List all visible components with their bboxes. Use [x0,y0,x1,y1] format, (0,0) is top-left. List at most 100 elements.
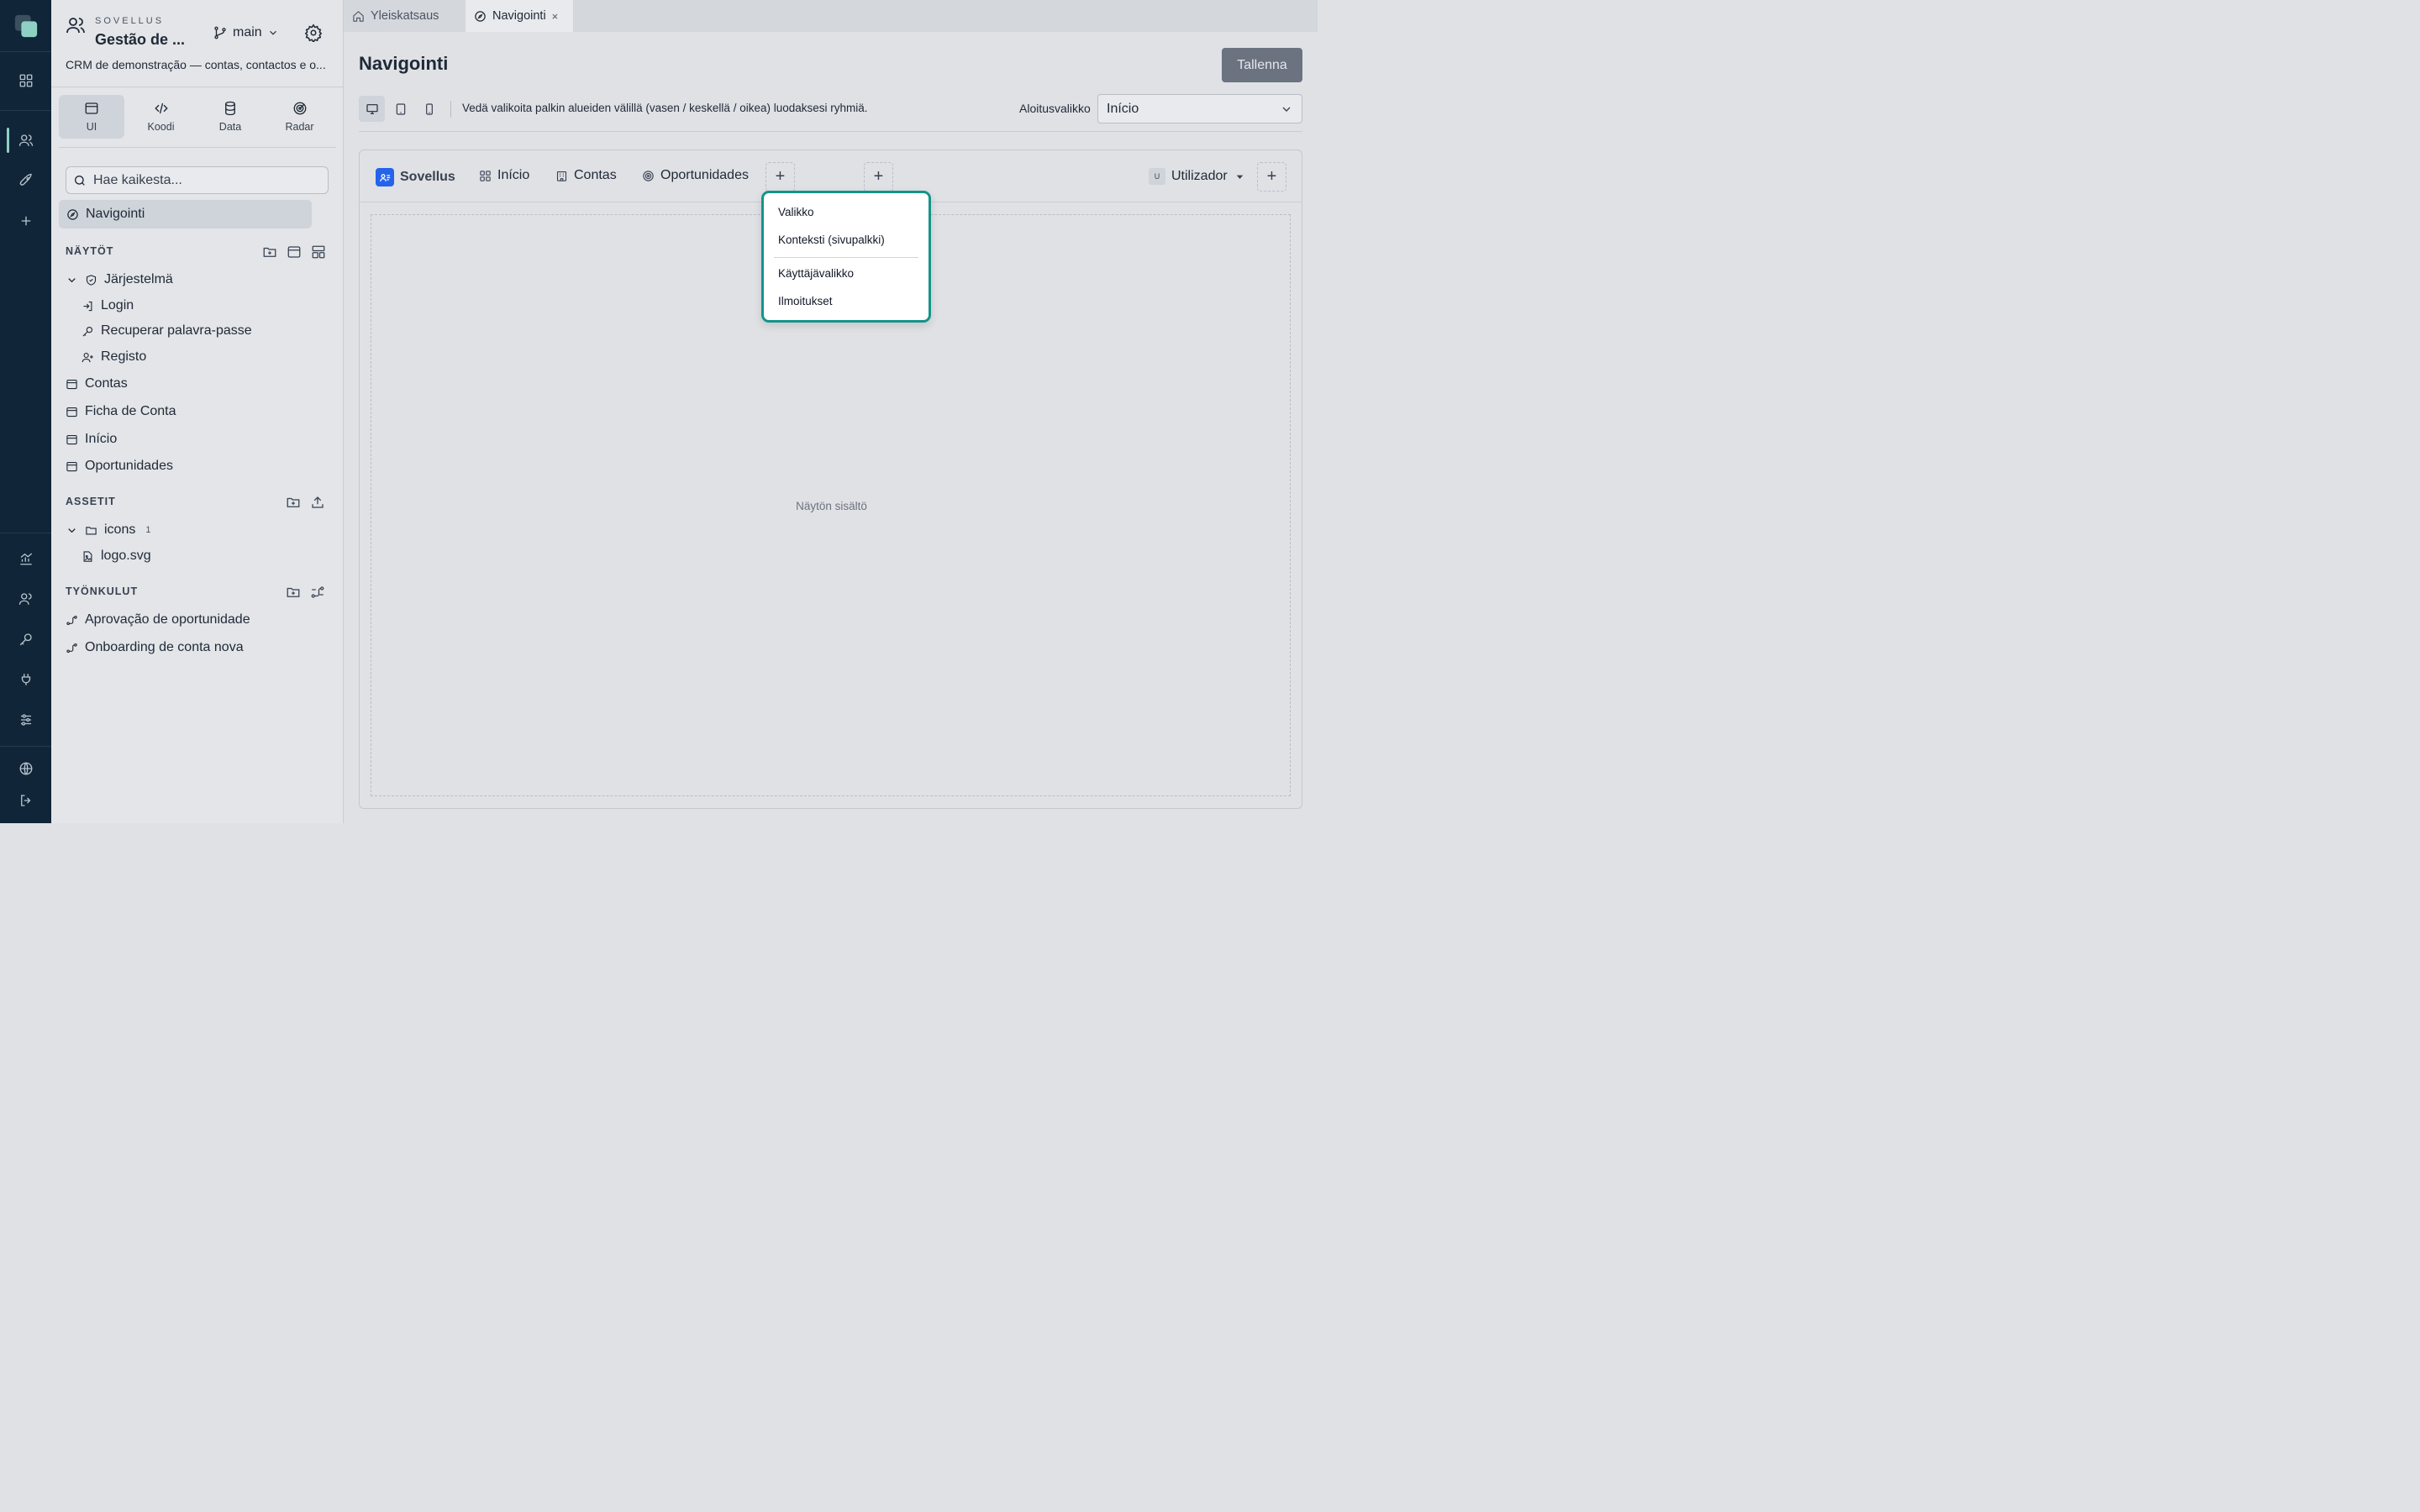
tree-item-screen[interactable]: Oportunidades [66,459,173,474]
analytics-icon[interactable] [0,542,51,575]
navbar-app-brand[interactable]: Sovellus [376,168,455,186]
search-icon [75,175,85,186]
new-folder-icon[interactable] [286,495,301,510]
mobile-view-button[interactable] [416,96,442,122]
project-icon [66,15,86,35]
menu-divider [774,257,918,258]
target-icon [643,170,654,181]
dashboard-icon[interactable] [0,64,51,97]
add-menu-dropdown: Valikko Konteksti (sivupalkki) Käyttäjäv… [761,191,931,323]
tree-item-recover-password[interactable]: Recuperar palavra-passe [82,323,252,339]
add-icon[interactable] [0,204,51,238]
tab-overview[interactable]: Yleiskatsaus [344,0,466,32]
tree-item-workflow[interactable]: Aprovação de oportunidade [66,612,250,627]
tree-item-screen[interactable]: Contas [66,376,128,391]
drag-hint: Vedä valikoita palkin alueiden välillä (… [462,102,868,114]
home-icon [353,10,364,22]
logout-icon[interactable] [0,784,51,817]
window-icon [66,461,77,471]
chevron-down-icon [1282,107,1291,112]
chevron-down-icon [269,30,276,35]
tree-item-screen[interactable]: Início [66,432,117,447]
icon-rail [0,0,51,823]
caret-down-icon [1236,175,1243,179]
compass-icon [67,208,78,220]
search-input[interactable] [93,172,312,188]
monitor-icon [366,103,378,114]
tree-item-login[interactable]: Login [82,298,134,313]
shield-icon [86,274,97,286]
tree-item-workflow[interactable]: Onboarding de conta nova [66,640,244,655]
navbar-user-menu[interactable]: U Utilizador [1149,168,1246,185]
new-folder-icon[interactable] [262,244,277,260]
plug-icon[interactable] [0,663,51,696]
start-menu-label: Aloitusvalikko [1019,102,1091,115]
team-icon[interactable] [0,582,51,616]
login-icon [83,301,92,311]
workflow-icon[interactable] [310,585,325,600]
rocket-icon[interactable] [0,164,51,197]
add-menu-left-button[interactable]: + [765,162,795,192]
menu-item-notifications[interactable]: Ilmoitukset [778,295,833,307]
sliders-icon[interactable] [0,703,51,737]
tree-item-asset-file[interactable]: logo.svg [82,549,151,564]
key-icon [82,326,93,337]
workflows-heading: TYÖNKULUT [66,585,139,597]
app-logo-icon[interactable] [0,10,51,42]
desktop-view-button[interactable] [359,96,385,122]
search-box[interactable] [66,166,329,194]
device-switcher [359,96,442,122]
tree-folder-system[interactable]: Järjestelmä [66,272,173,287]
mode-radar[interactable]: Radar [267,95,333,139]
app-logo-icon [376,168,394,186]
branch-name: main [233,25,262,39]
assets-heading: ASSETIT [66,496,116,507]
navbar-item-home[interactable]: Início [479,168,529,183]
workflow-icon [66,615,77,625]
menu-item-context-sidebar[interactable]: Konteksti (sivupalkki) [778,234,885,246]
start-menu-select[interactable]: Início [1097,94,1302,123]
branch-icon [214,26,226,39]
project-name[interactable]: Gestão de ... [95,31,185,49]
users-icon[interactable] [0,123,51,157]
window-icon [66,379,77,389]
new-screen-icon[interactable] [287,244,302,260]
key-icon[interactable] [0,622,51,656]
tab-navigation[interactable]: Navigointi × [466,0,573,32]
globe-icon[interactable] [0,752,51,785]
chevron-down-icon [68,528,76,533]
menu-item-user-menu[interactable]: Käyttäjävalikko [778,267,854,280]
tab-close-icon[interactable]: × [552,10,559,23]
page-title: Navigointi [359,53,449,74]
app-kicker: SOVELLUS [95,16,165,26]
tablet-icon [396,102,405,115]
dashboard-icon [480,170,491,181]
navbar-item-accounts[interactable]: Contas [555,168,617,183]
user-plus-icon [82,352,93,362]
window-icon [66,434,77,444]
tree-item-screen[interactable]: Ficha de Conta [66,404,176,419]
add-menu-right-button[interactable]: + [1257,162,1286,192]
mode-code[interactable]: Koodi [129,95,194,139]
menu-item-menu[interactable]: Valikko [778,206,814,218]
chevron-down-icon [68,277,76,282]
sidebar-item-navigation[interactable]: Navigointi [59,200,312,228]
branch-selector[interactable]: main [213,25,279,40]
save-button[interactable]: Tallenna [1222,48,1302,82]
tree-item-register[interactable]: Registo [82,349,146,365]
upload-icon[interactable] [310,495,325,510]
tablet-view-button[interactable] [387,96,413,122]
tree-folder-icons[interactable]: icons 1 [66,522,150,538]
mode-data[interactable]: Data [197,95,263,139]
settings-gear-icon[interactable] [304,24,323,42]
mode-switcher: UI Koodi Data Radar [59,95,336,139]
add-menu-center-button[interactable]: + [864,162,893,192]
folder-count: 1 [145,525,151,535]
layout-template-icon[interactable] [311,244,326,260]
window-icon [85,102,98,114]
radar-icon [293,102,306,115]
mode-ui[interactable]: UI [59,95,124,139]
code-icon [154,102,168,114]
new-folder-icon[interactable] [286,585,301,600]
navbar-item-opportunities[interactable]: Oportunidades [642,168,749,183]
